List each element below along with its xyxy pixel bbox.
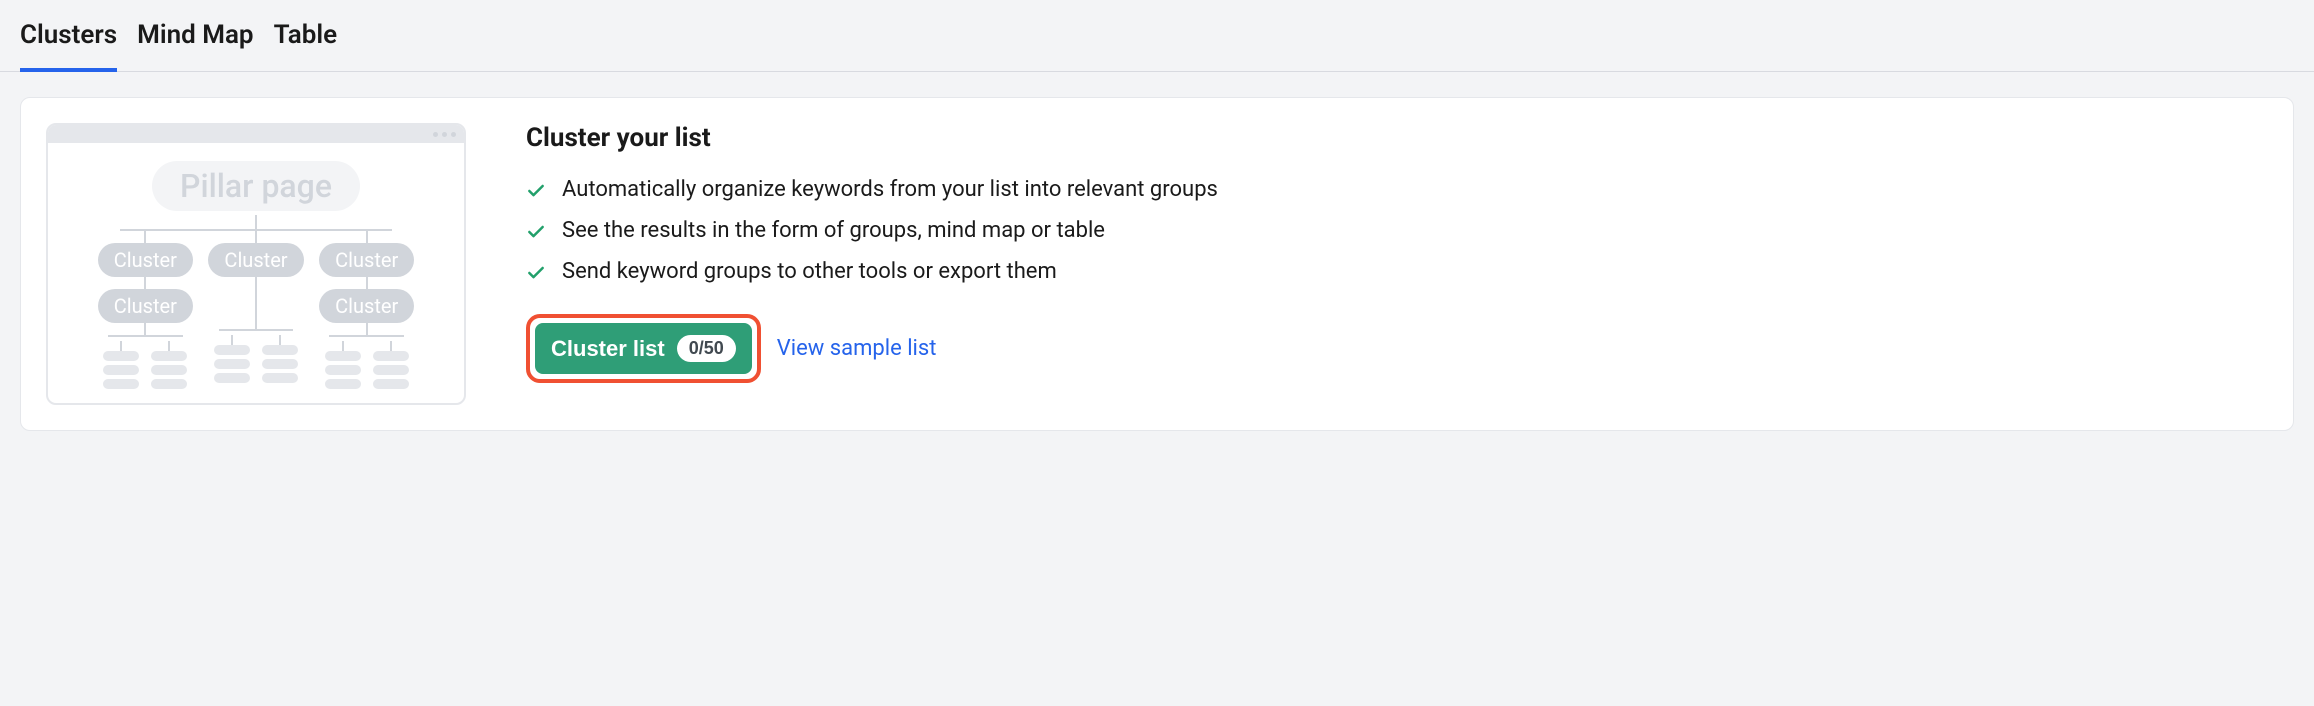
feature-item: Send keyword groups to other tools or ex…	[526, 259, 2268, 284]
cluster-pill: Cluster	[98, 243, 193, 277]
titlebar-dot	[442, 132, 447, 137]
actions-row: Cluster list 0/50 View sample list	[526, 314, 2268, 383]
cluster-content: Cluster your list Automatically organize…	[526, 123, 2268, 383]
cluster-pill: Cluster	[319, 289, 414, 323]
feature-item: Automatically organize keywords from you…	[526, 177, 2268, 202]
tab-clusters[interactable]: Clusters	[20, 20, 117, 72]
cluster-pill: Cluster	[319, 243, 414, 277]
titlebar-dot	[433, 132, 438, 137]
cluster-pill: Cluster	[208, 243, 303, 277]
cluster-count-badge: 0/50	[677, 335, 736, 362]
feature-list: Automatically organize keywords from you…	[526, 177, 2268, 284]
illustration-body: Pillar page Cluster Cluster	[48, 143, 464, 403]
feature-item: See the results in the form of groups, m…	[526, 218, 2268, 243]
check-icon	[526, 181, 546, 201]
view-sample-link[interactable]: View sample list	[777, 336, 937, 361]
illustration-titlebar	[48, 125, 464, 143]
cluster-illustration: Pillar page Cluster Cluster	[46, 123, 466, 405]
cluster-list-button[interactable]: Cluster list 0/50	[535, 323, 752, 374]
illustration-tree: Cluster Cluster	[60, 215, 452, 389]
cluster-panel: Pillar page Cluster Cluster	[20, 97, 2294, 431]
tab-mindmap[interactable]: Mind Map	[137, 20, 253, 72]
tabs-bar: Clusters Mind Map Table	[0, 0, 2314, 72]
cluster-pill: Cluster	[98, 289, 193, 323]
feature-text: Send keyword groups to other tools or ex…	[562, 259, 1057, 284]
check-icon	[526, 263, 546, 283]
feature-text: Automatically organize keywords from you…	[562, 177, 1218, 202]
content-heading: Cluster your list	[526, 123, 2268, 153]
callout-highlight: Cluster list 0/50	[526, 314, 761, 383]
check-icon	[526, 222, 546, 242]
page: Clusters Mind Map Table Pillar page	[0, 0, 2314, 431]
titlebar-dot	[451, 132, 456, 137]
pillar-label: Pillar page	[152, 161, 360, 211]
cluster-button-label: Cluster list	[551, 336, 665, 362]
feature-text: See the results in the form of groups, m…	[562, 218, 1105, 243]
tab-table[interactable]: Table	[274, 20, 338, 72]
